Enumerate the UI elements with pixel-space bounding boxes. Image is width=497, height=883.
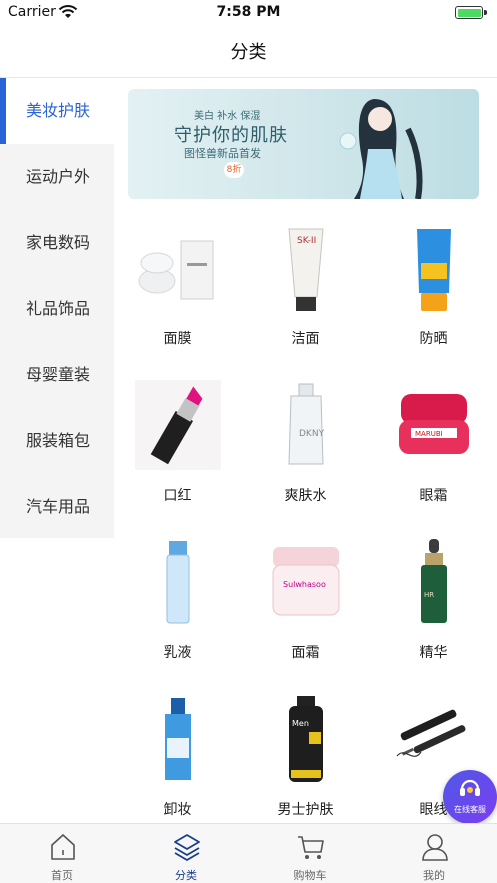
- banner-subline: 图怪兽新品首发: [184, 147, 261, 160]
- headset-icon: [460, 779, 480, 796]
- mask-compact-icon: [138, 240, 214, 300]
- product-mens-skincare[interactable]: Men 男士护肤: [242, 686, 369, 841]
- product-face-cream[interactable]: Sulwhasoo 面霜: [242, 529, 369, 684]
- product-serum[interactable]: HR 精华: [370, 529, 497, 684]
- nav-bar: 分类: [0, 26, 497, 78]
- eye-cream-jar-icon: MARUBI: [399, 394, 469, 454]
- tab-label: 我的: [423, 869, 445, 882]
- sidebar-item-apparel[interactable]: 服装箱包: [0, 408, 114, 474]
- product-label: 防晒: [419, 331, 448, 347]
- mens-bottle-icon: Men: [289, 696, 323, 782]
- layers-icon: [174, 834, 200, 861]
- svg-text:HR: HR: [424, 591, 434, 599]
- cleanser-tube-icon: SK-II: [288, 228, 324, 311]
- product-makeup-remover[interactable]: 卸妆: [114, 686, 241, 841]
- toner-bottle-icon: DKNY: [288, 383, 325, 465]
- promo-banner[interactable]: 美白 补水 保湿 守护你的肌肤 图怪兽新品首发 8折: [128, 89, 479, 199]
- tab-home[interactable]: 首页: [0, 824, 124, 883]
- tab-profile[interactable]: 我的: [372, 824, 496, 883]
- svg-text:Men: Men: [292, 719, 309, 728]
- product-label: 乳液: [163, 645, 192, 661]
- tab-cart[interactable]: 购物车: [248, 824, 372, 883]
- home-icon: [51, 834, 75, 860]
- makeup-remover-icon: [165, 698, 191, 780]
- product-toner[interactable]: DKNY 爽肤水: [242, 372, 369, 527]
- product-label: 口红: [163, 488, 192, 504]
- battery-icon: [455, 6, 487, 19]
- product-label: 面霜: [291, 645, 320, 661]
- category-sidebar: 美妆护肤 运动户外 家电数码 礼品饰品 母婴童装 服装箱包 汽车用品: [0, 78, 114, 538]
- product-label: 面膜: [163, 331, 192, 347]
- user-icon: [422, 834, 448, 861]
- sidebar-item-sports[interactable]: 运动户外: [0, 144, 114, 210]
- tab-category[interactable]: 分类: [124, 824, 248, 883]
- product-label: 爽肤水: [284, 488, 327, 504]
- serum-dropper-icon: HR: [421, 539, 447, 623]
- online-service-label: 在线客服: [454, 805, 486, 814]
- tab-bar: 首页 分类 购物车 我的: [0, 823, 497, 883]
- svg-text:MARUBI: MARUBI: [415, 430, 443, 438]
- lotion-bottle-icon: [166, 541, 190, 624]
- tab-label: 分类: [175, 869, 197, 882]
- product-label: 男士护肤: [277, 802, 334, 818]
- cart-icon: [298, 836, 324, 859]
- lipstick-icon: [135, 380, 221, 470]
- product-label: 卸妆: [163, 802, 192, 818]
- product-label: 精华: [419, 645, 448, 661]
- product-mask[interactable]: 面膜: [114, 215, 241, 370]
- svg-text:DKNY: DKNY: [299, 429, 325, 439]
- sidebar-item-auto[interactable]: 汽车用品: [0, 474, 114, 540]
- discount-badge: 8折: [224, 162, 244, 178]
- sunscreen-bottle-icon: [417, 229, 451, 311]
- online-service-button[interactable]: 在线客服: [443, 770, 497, 824]
- product-lotion[interactable]: 乳液: [114, 529, 241, 684]
- tab-label: 购物车: [293, 869, 327, 882]
- svg-text:SK-II: SK-II: [297, 236, 316, 246]
- banner-tagline: 美白 补水 保湿: [194, 111, 261, 122]
- banner-headline: 守护你的肌肤: [174, 125, 288, 146]
- product-cleanser[interactable]: SK-II 洁面: [242, 215, 369, 370]
- product-lipstick[interactable]: 口红: [114, 372, 241, 527]
- girl-illustration: [339, 99, 423, 199]
- sidebar-item-electronics[interactable]: 家电数码: [0, 210, 114, 276]
- status-bar: Carrier 7:58 PM: [0, 0, 497, 26]
- product-eye-cream[interactable]: MARUBI 眼霜: [370, 372, 497, 527]
- face-cream-jar-icon: Sulwhasoo: [272, 547, 340, 616]
- page-title: 分类: [230, 42, 267, 63]
- sidebar-item-beauty[interactable]: 美妆护肤: [0, 78, 114, 144]
- product-label: 眼霜: [419, 488, 448, 504]
- sidebar-item-gifts[interactable]: 礼品饰品: [0, 276, 114, 342]
- tab-label: 首页: [51, 869, 73, 882]
- svg-text:Sulwhasoo: Sulwhasoo: [283, 580, 326, 589]
- sidebar-item-baby[interactable]: 母婴童装: [0, 342, 114, 408]
- product-label: 洁面: [291, 331, 320, 347]
- clock: 7:58 PM: [216, 4, 281, 20]
- product-sunscreen[interactable]: 防晒: [370, 215, 497, 370]
